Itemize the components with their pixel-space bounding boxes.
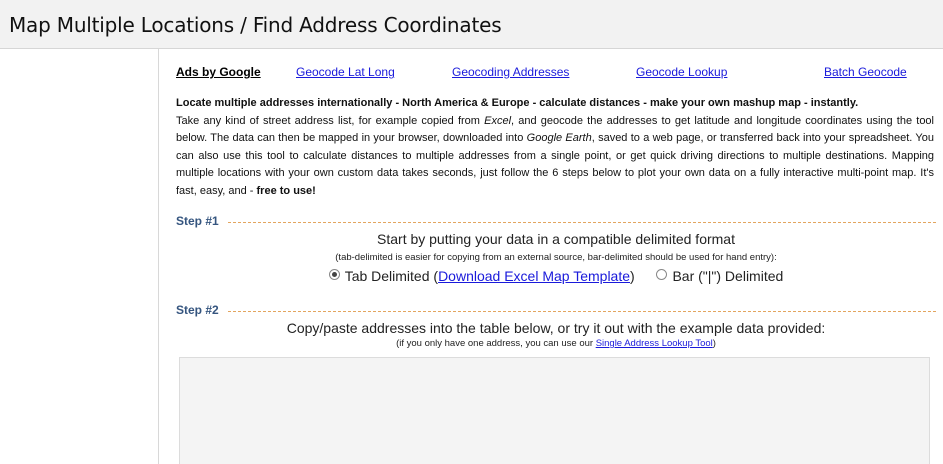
excel-mention: Excel <box>484 114 512 127</box>
google-earth-mention: Google Earth <box>526 132 592 145</box>
intro-text: Locate multiple addresses internationall… <box>176 95 934 201</box>
step-1-note: (tab-delimited is easier for copying fro… <box>335 252 777 263</box>
step-1-divider <box>228 222 936 223</box>
radio-tab-delimited[interactable]: Tab Delimited (Download Excel Map Templa… <box>328 268 635 284</box>
ads-bar: Ads by Google Geocode Lat Long Geocoding… <box>176 65 936 81</box>
radio-bar-icon[interactable] <box>656 269 668 280</box>
step-2-instruction: Copy/paste addresses into the table belo… <box>286 320 826 336</box>
single-address-lookup-link[interactable]: Single Address Lookup Tool <box>596 338 713 349</box>
page-header: Map Multiple Locations / Find Address Co… <box>0 0 943 49</box>
step-2-header: Step #2 <box>176 303 936 319</box>
step-2-divider <box>228 311 936 312</box>
delimiter-options: Tab Delimited (Download Excel Map Templa… <box>176 268 936 284</box>
step-1-instruction: Start by putting your data in a compatib… <box>377 231 735 247</box>
step-2-label: Step #2 <box>176 303 219 317</box>
intro-body: Take any kind of street address list, fo… <box>176 114 934 197</box>
download-excel-template-link[interactable]: Download Excel Map Template <box>438 268 630 284</box>
ad-link-batch-geocode[interactable]: Batch Geocode <box>824 65 907 79</box>
intro-lead: Locate multiple addresses internationall… <box>176 97 859 109</box>
page-title: Map Multiple Locations / Find Address Co… <box>9 13 502 37</box>
ad-link-geocode-lat-long[interactable]: Geocode Lat Long <box>296 65 395 79</box>
radio-tab-icon[interactable] <box>328 269 340 280</box>
ad-link-geocoding-addresses[interactable]: Geocoding Addresses <box>452 65 569 79</box>
address-data-textarea[interactable] <box>179 357 930 464</box>
sidebar-divider <box>158 49 159 464</box>
ad-link-geocode-lookup[interactable]: Geocode Lookup <box>636 65 727 79</box>
step-2-note: (if you only have one address, you can u… <box>396 338 716 349</box>
step-1-header: Step #1 <box>176 214 936 230</box>
ads-by-google-link[interactable]: Ads by Google <box>176 65 261 79</box>
step-1-label: Step #1 <box>176 214 219 228</box>
radio-bar-delimited[interactable]: Bar ("|") Delimited <box>656 268 783 284</box>
free-to-use: free to use! <box>256 184 316 197</box>
